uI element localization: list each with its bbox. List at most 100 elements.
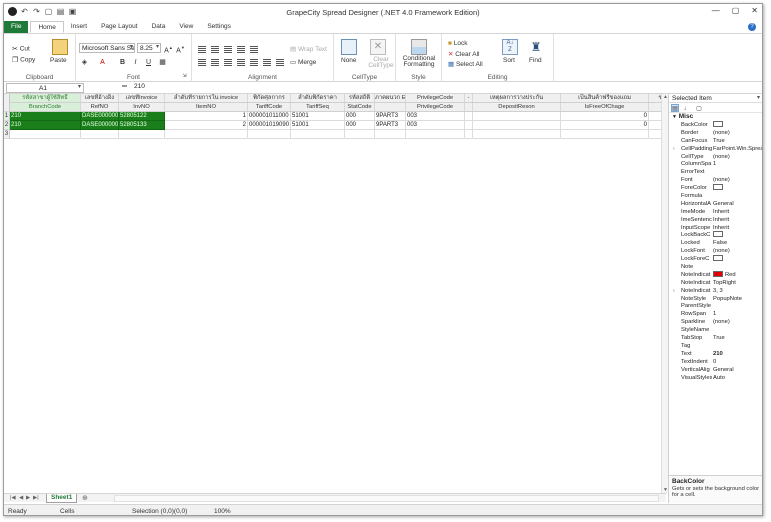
expand-icon[interactable]: › [673,145,675,153]
table-cell[interactable]: 9PART3 [375,121,406,130]
table-cell[interactable]: 003 [406,121,465,130]
column-header[interactable]: PrivilegeCode [406,94,465,102]
next-sheet-icon[interactable]: ▶ [26,494,30,503]
property-row[interactable]: RowSpan 1 [669,310,762,318]
property-value[interactable]: Auto [713,374,762,382]
property-value[interactable]: Inherit [713,208,762,216]
cut-button[interactable]: ✂ Cut [12,45,30,53]
property-row[interactable]: BackColor [669,121,762,129]
property-value[interactable]: True [713,334,762,342]
table-cell[interactable] [119,130,165,139]
property-value[interactable]: TopRight [713,279,762,287]
table-cell[interactable] [465,121,473,130]
font-dialog-launcher-icon[interactable]: ⇲ [180,72,189,81]
table-cell[interactable]: DASE0000008 [81,121,119,130]
celltype-none-button[interactable]: None [341,57,357,64]
property-value[interactable]: Red [713,270,762,279]
align-distribute-icon[interactable] [237,59,245,66]
table-cell[interactable]: 9PART3 [375,112,406,121]
table-cell[interactable] [291,130,345,139]
select-all-button[interactable]: ▦ Select All [448,60,483,68]
column-header[interactable]: เหตุผลการวางประกัน [473,94,561,102]
table-cell[interactable]: 003 [406,112,465,121]
property-value[interactable]: False [713,239,762,247]
column-header[interactable]: RefNO [81,103,119,111]
align-justify-icon[interactable] [237,46,245,53]
table-cell[interactable]: 51001 [291,112,345,121]
align-top-icon[interactable] [198,46,206,53]
selected-item-select[interactable]: Selected Item [669,94,762,103]
column-header[interactable]: ลำดับพิกัดราคา [291,94,345,102]
celltype-none-icon[interactable] [341,39,357,55]
table-cell[interactable] [561,130,649,139]
property-row[interactable]: ImeMode Inherit [669,208,762,216]
property-row[interactable]: CanFocus True [669,137,762,145]
property-value[interactable]: Inherit [713,216,762,224]
property-row[interactable]: Sparkline (none) [669,318,762,326]
column-header[interactable]: เป็นสินค้าฟรีของแถม [561,94,649,102]
bold-button[interactable]: B [118,58,127,67]
property-row[interactable]: TextIndent 0 [669,358,762,366]
spreadsheet-grid[interactable]: รหัสสาขาผู้ใช้สิทธิ์ เลขที่อ้างอิง เลขที่I… [4,94,664,493]
column-header[interactable]: DepositReson [473,103,561,111]
property-value[interactable]: FarPoint.Win.Spread. [713,145,762,153]
tab-view[interactable]: View [172,21,200,33]
column-header[interactable]: - [465,94,473,102]
paste-button[interactable]: Paste [50,57,67,64]
expand-icon[interactable]: › [673,287,675,295]
close-icon[interactable]: ✕ [751,6,758,15]
property-value[interactable]: Inherit [713,224,762,232]
property-row[interactable]: ColumnSpa 1 [669,160,762,168]
property-row[interactable]: HorizontalA General [669,200,762,208]
property-row[interactable]: StyleName [669,326,762,334]
tab-data[interactable]: Data [145,21,173,33]
property-value[interactable]: True [713,137,762,145]
column-header[interactable] [375,103,406,111]
column-header[interactable]: StatCode [345,103,375,111]
property-row[interactable]: InputScope Inherit [669,224,762,232]
property-value[interactable]: 1 [713,310,762,318]
property-value[interactable]: (none) [713,129,762,137]
property-row[interactable]: Locked False [669,239,762,247]
column-header[interactable]: เลขที่อ้างอิง [81,94,119,102]
property-row[interactable]: LockFont (none) [669,247,762,255]
sort-button[interactable]: Sort [503,57,515,64]
table-cell[interactable] [473,112,561,121]
merge-button[interactable]: ▭ Merge [290,58,316,66]
table-cell[interactable] [473,130,561,139]
conditional-formatting-icon[interactable] [411,39,427,55]
column-header[interactable]: เลขที่Invoice [119,94,165,102]
align-right-icon[interactable] [224,59,232,66]
table-cell[interactable]: 000 [345,121,375,130]
property-value[interactable] [713,121,762,129]
font-size-select[interactable]: 8.25 [137,43,161,53]
property-value[interactable]: (none) [713,247,762,255]
align-middle-icon[interactable] [211,46,219,53]
justify-icon[interactable] [276,59,284,66]
property-value[interactable]: General [713,200,762,208]
property-row[interactable]: NoteIndicat Red [669,270,762,279]
border-icon[interactable]: ▦ [158,58,167,67]
property-value[interactable] [713,231,762,239]
name-box[interactable]: A1 [6,83,84,93]
table-cell[interactable]: 000001011000 [248,112,291,121]
table-cell[interactable]: DASE0000008 [81,112,119,121]
font-color-icon[interactable]: A [98,58,107,67]
table-cell[interactable] [248,130,291,139]
increase-indent-icon[interactable] [263,59,271,66]
table-cell[interactable] [165,130,248,139]
horizontal-scrollbar[interactable] [114,495,659,502]
column-header[interactable]: รหัสสถิติ [345,94,375,102]
property-value[interactable]: (none) [713,318,762,326]
property-row[interactable]: Tag [669,342,762,350]
minimize-icon[interactable]: — [712,6,720,15]
property-row[interactable]: LockForeC [669,255,762,263]
property-value[interactable]: 1 [713,160,762,168]
table-cell[interactable]: 52805122 [119,112,165,121]
conditional-formatting-button[interactable]: Conditional Formatting [398,55,440,68]
property-row[interactable]: Text 210 [669,350,762,358]
property-row[interactable]: VisualStyles Auto [669,374,762,382]
copy-button[interactable]: ❐ Copy [12,56,35,64]
italic-button[interactable]: I [131,58,140,67]
column-header[interactable]: BranchCode [10,103,81,111]
